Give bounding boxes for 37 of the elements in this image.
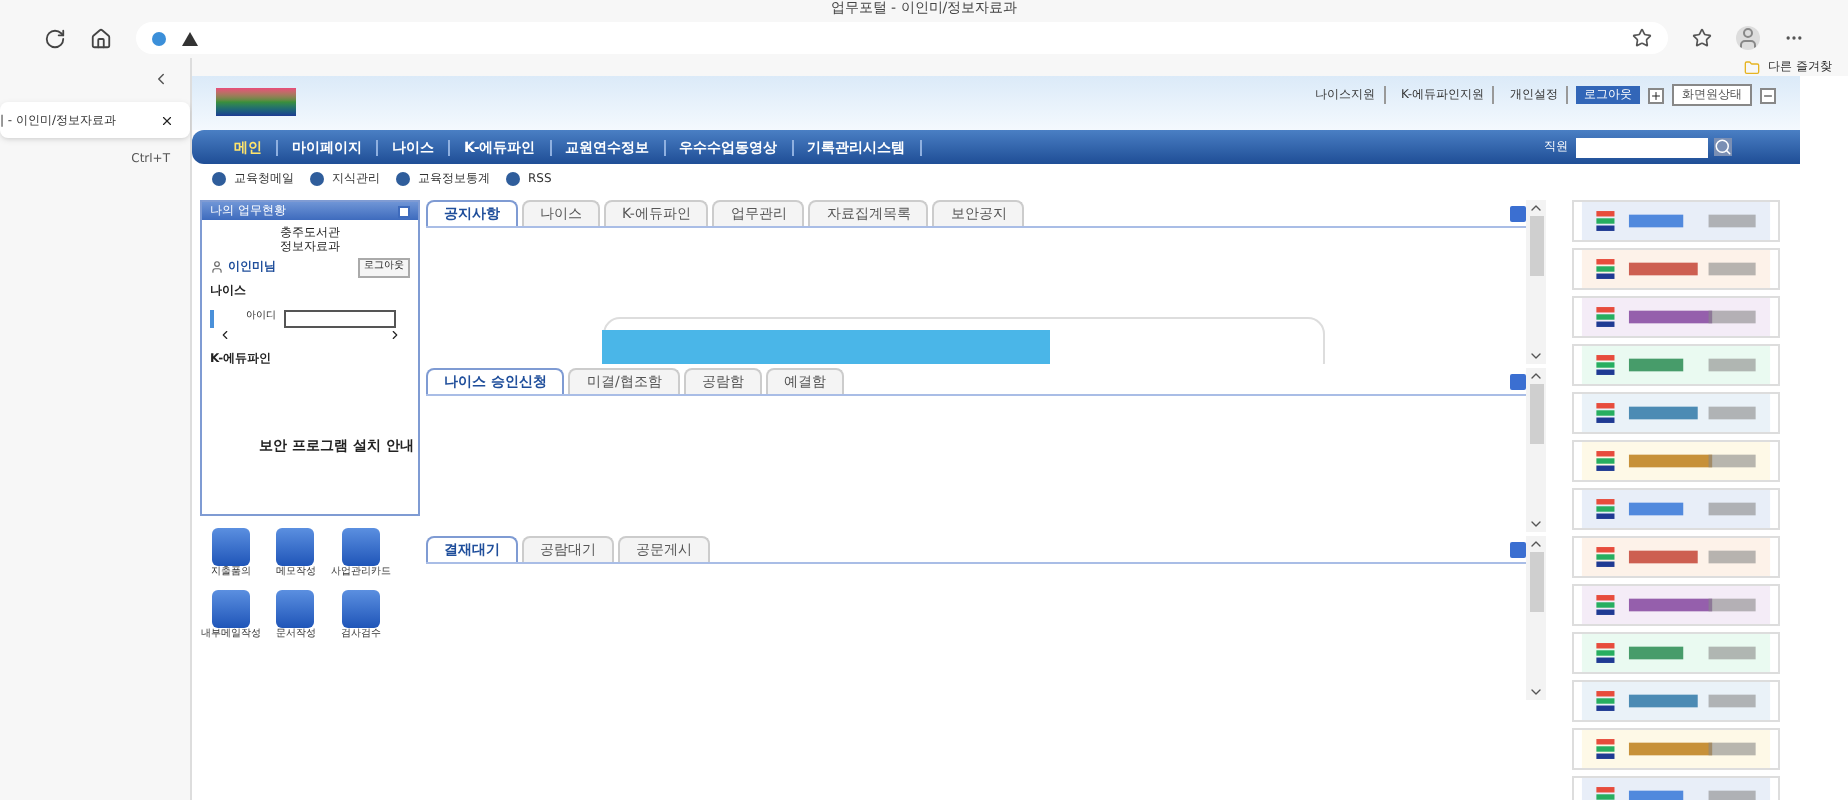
search-field[interactable]	[1576, 137, 1708, 157]
globe-icon	[396, 171, 410, 185]
scrollbar[interactable]	[1526, 368, 1546, 532]
user-icon	[210, 260, 224, 275]
scroll-down-icon	[1528, 684, 1544, 700]
scroll-down-icon	[1528, 348, 1544, 364]
popout-icon[interactable]	[398, 205, 410, 217]
scroll-left-icon[interactable]	[218, 327, 232, 341]
scroll-up-icon	[1528, 368, 1544, 384]
favorite-icon[interactable]	[1632, 28, 1652, 48]
close-icon[interactable]	[160, 113, 174, 127]
zoom-in-icon[interactable]	[1648, 87, 1664, 103]
globe-icon	[212, 171, 226, 185]
scroll-up-icon	[1528, 536, 1544, 552]
scrollbar[interactable]	[1526, 200, 1546, 364]
shortcut-icon	[211, 528, 250, 566]
home-icon[interactable]	[90, 27, 112, 49]
browser-logo-icon	[152, 31, 166, 45]
shortcut-icon	[276, 528, 315, 566]
shortcut-icon	[276, 589, 315, 627]
shortcut-icon	[211, 589, 250, 627]
search-icon[interactable]	[1714, 138, 1732, 156]
scroll-right-icon[interactable]	[388, 327, 402, 341]
id-field[interactable]	[284, 309, 396, 327]
scroll-down-icon	[1528, 516, 1544, 532]
shortcut-icon	[342, 528, 381, 566]
zoom-out-icon[interactable]	[1760, 87, 1776, 103]
shortcut-icon	[342, 589, 381, 627]
globe-icon	[506, 171, 520, 185]
globe-icon	[310, 171, 324, 185]
scroll-up-icon	[1528, 200, 1544, 216]
favorites-icon[interactable]	[1692, 28, 1712, 48]
scrollbar[interactable]	[1526, 536, 1546, 700]
reload-icon[interactable]	[44, 27, 66, 49]
profile-icon[interactable]	[1736, 26, 1760, 50]
collapse-icon[interactable]	[152, 70, 170, 88]
logo-icon	[216, 88, 296, 116]
